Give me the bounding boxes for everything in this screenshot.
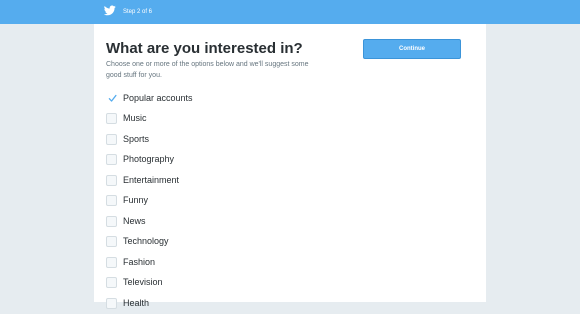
checkmark-icon [108,94,117,102]
checkbox-fashion[interactable] [106,256,117,268]
checkbox-photography[interactable] [106,154,117,166]
page-subtitle: Choose one or more of the options below … [106,61,309,79]
checkbox-funny[interactable] [106,195,117,207]
interest-label: Photography [123,154,175,165]
interest-option-entertainment[interactable]: Entertainment [106,170,366,191]
interest-option-news[interactable]: News [106,211,366,232]
interest-option-fashion[interactable]: Fashion [106,252,366,273]
interest-option-photography[interactable]: Photography [106,150,366,171]
interest-label: Television [123,277,163,288]
continue-button[interactable]: Continue [363,39,461,59]
interest-label: Sports [123,133,150,144]
interest-label: Fashion [123,256,156,267]
interest-label: Health [123,297,150,308]
checkbox-popular-accounts[interactable] [106,92,117,104]
checkbox-news[interactable] [106,215,117,227]
page-title: What are you interested in? [106,40,303,57]
checkbox-entertainment[interactable] [106,174,117,186]
top-bar: Step 2 of 6 [0,0,580,24]
interest-label: Technology [123,236,169,247]
checkbox-health[interactable] [106,297,117,309]
interest-label: Music [123,113,147,124]
interest-option-sports[interactable]: Sports [106,129,366,150]
interest-option-television[interactable]: Television [106,273,366,294]
interest-label: News [123,215,146,226]
checkbox-technology[interactable] [106,236,117,248]
checkbox-television[interactable] [106,277,117,289]
interest-label: Entertainment [123,174,180,185]
step-indicator: Step 2 of 6 [123,9,153,15]
interest-option-funny[interactable]: Funny [106,191,366,212]
twitter-bird-icon [104,5,116,16]
interest-option-music[interactable]: Music [106,109,366,130]
interest-options-list: Popular accounts Music Sports Photograph… [106,88,366,314]
interest-option-health[interactable]: Health [106,293,366,314]
checkbox-music[interactable] [106,113,117,125]
interest-label: Popular accounts [123,92,193,103]
checkbox-sports[interactable] [106,133,117,145]
interest-option-popular-accounts[interactable]: Popular accounts [106,88,366,109]
interests-panel: What are you interested in? Choose one o… [94,24,486,309]
interest-option-technology[interactable]: Technology [106,232,366,253]
interest-label: Funny [123,195,149,206]
